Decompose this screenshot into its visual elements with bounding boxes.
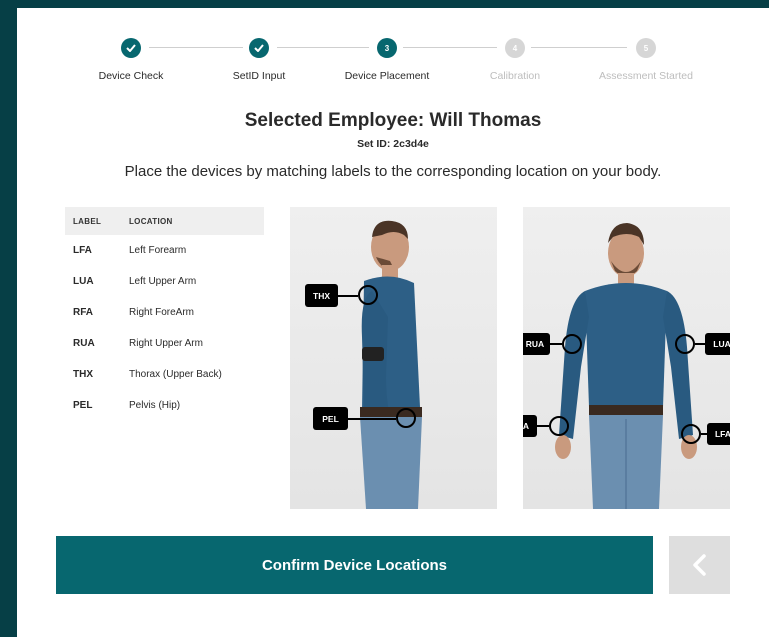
check-icon	[121, 38, 141, 58]
lfa-tag: LFA	[707, 423, 730, 445]
table-row: THX Thorax (Upper Back)	[65, 359, 264, 390]
row-location: Pelvis (Hip)	[129, 400, 181, 411]
row-label: LFA	[73, 245, 92, 256]
row-label: THX	[73, 369, 93, 380]
step-label: SetID Input	[232, 70, 286, 82]
table-row: LUA Left Upper Arm	[65, 266, 264, 297]
step-label: Assessment Started	[599, 70, 693, 82]
check-icon	[249, 38, 269, 58]
row-label: RFA	[73, 307, 93, 318]
thx-connector	[338, 295, 358, 297]
table-row: PEL Pelvis (Hip)	[65, 390, 264, 421]
row-location: Right Upper Arm	[129, 338, 203, 349]
step-device-check: Device Check	[66, 38, 196, 82]
table-row: LFA Left Forearm	[65, 235, 264, 266]
rfa-tag: RFA	[523, 415, 537, 437]
set-id: Set ID: 2c3d4e	[357, 138, 429, 150]
back-button[interactable]	[669, 536, 730, 594]
lua-sensor-marker	[675, 334, 695, 354]
thx-sensor-marker	[358, 285, 378, 305]
device-location-table: LABEL LOCATION LFA Left Forearm LUA Left…	[65, 207, 264, 421]
step-label: Device Check	[98, 70, 164, 82]
step-number: 5	[636, 38, 656, 58]
side-view-person-illustration	[360, 220, 422, 509]
row-location: Thorax (Upper Back)	[129, 369, 222, 380]
table-row: RFA Right ForeArm	[65, 297, 264, 328]
step-label: Device Placement	[344, 70, 430, 82]
placement-instruction: Place the devices by matching labels to …	[124, 163, 662, 180]
rua-tag: RUA	[523, 333, 550, 355]
row-location: Left Upper Arm	[129, 276, 197, 287]
pel-connector	[348, 418, 396, 420]
confirm-device-locations-button[interactable]: Confirm Device Locations	[56, 536, 653, 594]
label-column-header: LABEL	[73, 216, 102, 226]
step-label: Calibration	[489, 70, 541, 82]
lua-tag: LUA	[705, 333, 730, 355]
step-assessment-started: 5 Assessment Started	[581, 38, 711, 82]
rfa-connector	[537, 425, 549, 427]
thx-tag: THX	[305, 284, 338, 307]
pel-sensor-marker	[396, 408, 416, 428]
step-number: 3	[377, 38, 397, 58]
front-view-person-illustration	[555, 223, 697, 509]
step-calibration: 4 Calibration	[450, 38, 580, 82]
row-location: Left Forearm	[129, 245, 187, 256]
device-placement-card: Device Check SetID Input 3 Device Placem…	[17, 8, 769, 637]
rfa-sensor-marker	[549, 416, 569, 436]
step-number: 4	[505, 38, 525, 58]
page-title: Selected Employee: Will Thomas	[244, 110, 542, 131]
rua-sensor-marker	[562, 334, 582, 354]
row-label: PEL	[73, 400, 93, 411]
row-location: Right ForeArm	[129, 307, 195, 318]
step-device-placement: 3 Device Placement	[322, 38, 452, 82]
side-view-photo: THX PEL	[290, 207, 497, 509]
lfa-sensor-marker	[681, 424, 701, 444]
table-header: LABEL LOCATION	[65, 207, 264, 235]
progress-stepper: Device Check SetID Input 3 Device Placem…	[17, 38, 769, 98]
location-column-header: LOCATION	[129, 216, 173, 226]
row-label: LUA	[73, 276, 94, 287]
lua-connector	[695, 343, 705, 345]
front-view-photo: RUA LUA RFA LFA	[523, 207, 730, 509]
step-setid-input: SetID Input	[194, 38, 324, 82]
pel-tag: PEL	[313, 407, 348, 430]
rua-connector	[550, 343, 562, 345]
row-label: RUA	[73, 338, 95, 349]
table-row: RUA Right Upper Arm	[65, 328, 264, 359]
chevron-left-icon	[692, 554, 706, 576]
